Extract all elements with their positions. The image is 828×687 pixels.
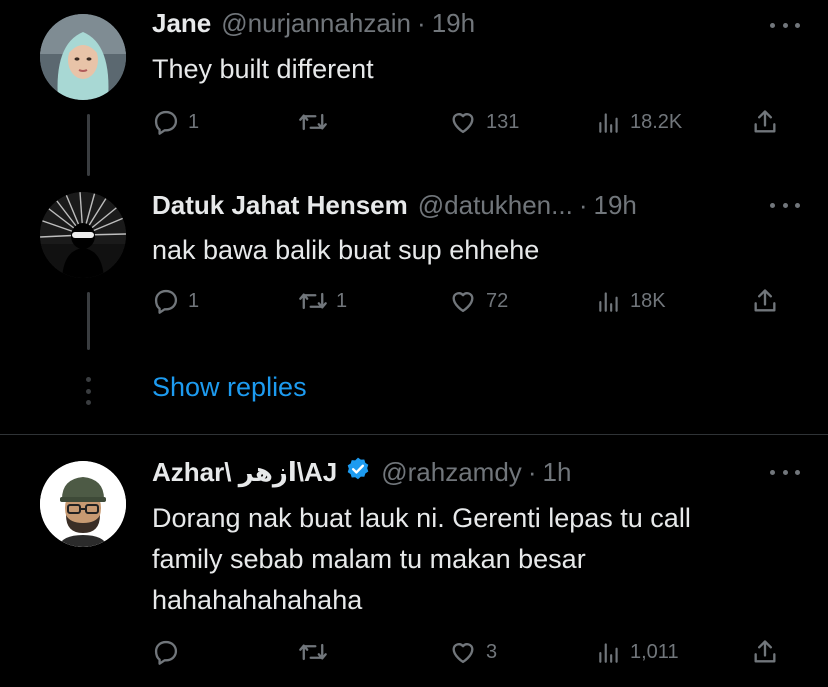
tweet-text-line: They built different xyxy=(152,54,374,84)
reply-button[interactable]: 1 xyxy=(152,287,199,315)
more-replies-indicator xyxy=(86,377,92,405)
action-bar: 3 1,011 xyxy=(0,638,828,668)
tweet-text-line: nak bawa balik buat sup ehhehe xyxy=(152,235,540,265)
reply-button[interactable] xyxy=(152,638,188,666)
reply-button[interactable]: 1 xyxy=(152,108,199,136)
tweet-text: nak bawa balik buat sup ehhehe xyxy=(152,230,539,271)
author-name-part: \AJ xyxy=(296,456,338,487)
tweet-text: Dorang nak buat lauk ni. Gerenti lepas t… xyxy=(152,498,691,621)
like-button[interactable]: 72 xyxy=(448,287,508,315)
repost-icon xyxy=(299,643,327,661)
reply-count: 1 xyxy=(188,289,200,312)
avatar[interactable] xyxy=(40,14,126,100)
repost-button[interactable]: 1 xyxy=(298,287,347,315)
tweet-header: Datuk Jahat Hensem @datukhen... · 19h xyxy=(152,190,637,220)
verified-badge-icon[interactable] xyxy=(345,456,371,489)
author-handle[interactable]: @nurjannahzain xyxy=(221,8,411,39)
timestamp[interactable]: 19h xyxy=(432,8,475,39)
tweet-text: They built different xyxy=(152,49,374,90)
author-name[interactable]: Jane xyxy=(152,8,211,39)
views-icon xyxy=(599,292,618,312)
like-icon xyxy=(452,113,474,134)
share-button[interactable] xyxy=(751,287,779,315)
tweet-header: Jane @nurjannahzain · 19h xyxy=(152,8,475,38)
timestamp[interactable]: 19h xyxy=(594,190,637,221)
views-button[interactable]: 18.2K xyxy=(596,108,682,136)
like-count: 131 xyxy=(486,110,520,133)
reply-icon xyxy=(154,640,178,665)
repost-button[interactable] xyxy=(298,108,336,136)
share-button[interactable] xyxy=(751,108,779,136)
tweet-text-line: Dorang nak buat lauk ni. Gerenti lepas t… xyxy=(152,503,691,533)
views-button[interactable]: 18K xyxy=(596,287,666,315)
like-button[interactable]: 3 xyxy=(448,638,497,666)
tweet-header: Azhar\ ازهر\AJ @rahzamdy · 1h xyxy=(152,457,571,487)
timestamp[interactable]: 1h xyxy=(542,457,571,488)
repost-icon xyxy=(299,113,327,131)
like-button[interactable]: 131 xyxy=(448,108,519,136)
tweet-text-line: hahahahahahaha xyxy=(152,585,363,615)
like-count: 72 xyxy=(486,289,509,312)
author-name[interactable]: Azhar\ ازهر\AJ xyxy=(152,457,337,488)
tweet-text-line: family sebab malam tu makan besar xyxy=(152,544,586,574)
avatar[interactable] xyxy=(40,192,126,278)
reply-icon xyxy=(154,110,178,135)
share-icon xyxy=(754,110,776,133)
author-handle[interactable]: @rahzamdy xyxy=(381,457,522,488)
more-icon[interactable] xyxy=(770,467,800,477)
author-name-part: Azhar\ xyxy=(152,456,239,487)
share-icon xyxy=(754,640,776,663)
like-icon xyxy=(452,643,474,664)
action-bar: 1 1 72 18K xyxy=(0,287,828,317)
divider xyxy=(0,434,828,435)
views-icon xyxy=(599,643,618,663)
views-icon xyxy=(599,113,618,133)
show-replies-link[interactable]: Show replies xyxy=(152,372,307,403)
views-button[interactable]: 1,011 xyxy=(596,638,679,666)
author-handle[interactable]: @datukhen... xyxy=(418,190,573,221)
separator-dot: · xyxy=(527,456,537,487)
views-count: 18.2K xyxy=(630,110,683,133)
author-name[interactable]: Datuk Jahat Hensem xyxy=(152,190,408,221)
share-icon xyxy=(754,289,776,312)
like-icon xyxy=(452,292,474,313)
share-button[interactable] xyxy=(751,638,779,666)
separator-dot: · xyxy=(578,189,588,220)
like-count: 3 xyxy=(486,640,498,663)
author-name-arabic: ازهر xyxy=(238,456,297,487)
action-bar: 1 131 18.2K xyxy=(0,108,828,138)
separator-dot: · xyxy=(417,7,426,38)
more-icon[interactable] xyxy=(770,200,800,210)
views-count: 18K xyxy=(630,289,666,312)
more-icon[interactable] xyxy=(770,20,800,30)
repost-button[interactable] xyxy=(298,638,336,666)
avatar[interactable] xyxy=(40,461,126,547)
repost-icon xyxy=(299,292,327,310)
views-count: 1,011 xyxy=(630,640,679,663)
repost-count: 1 xyxy=(336,289,348,312)
reply-count: 1 xyxy=(188,110,200,133)
reply-icon xyxy=(154,289,178,314)
